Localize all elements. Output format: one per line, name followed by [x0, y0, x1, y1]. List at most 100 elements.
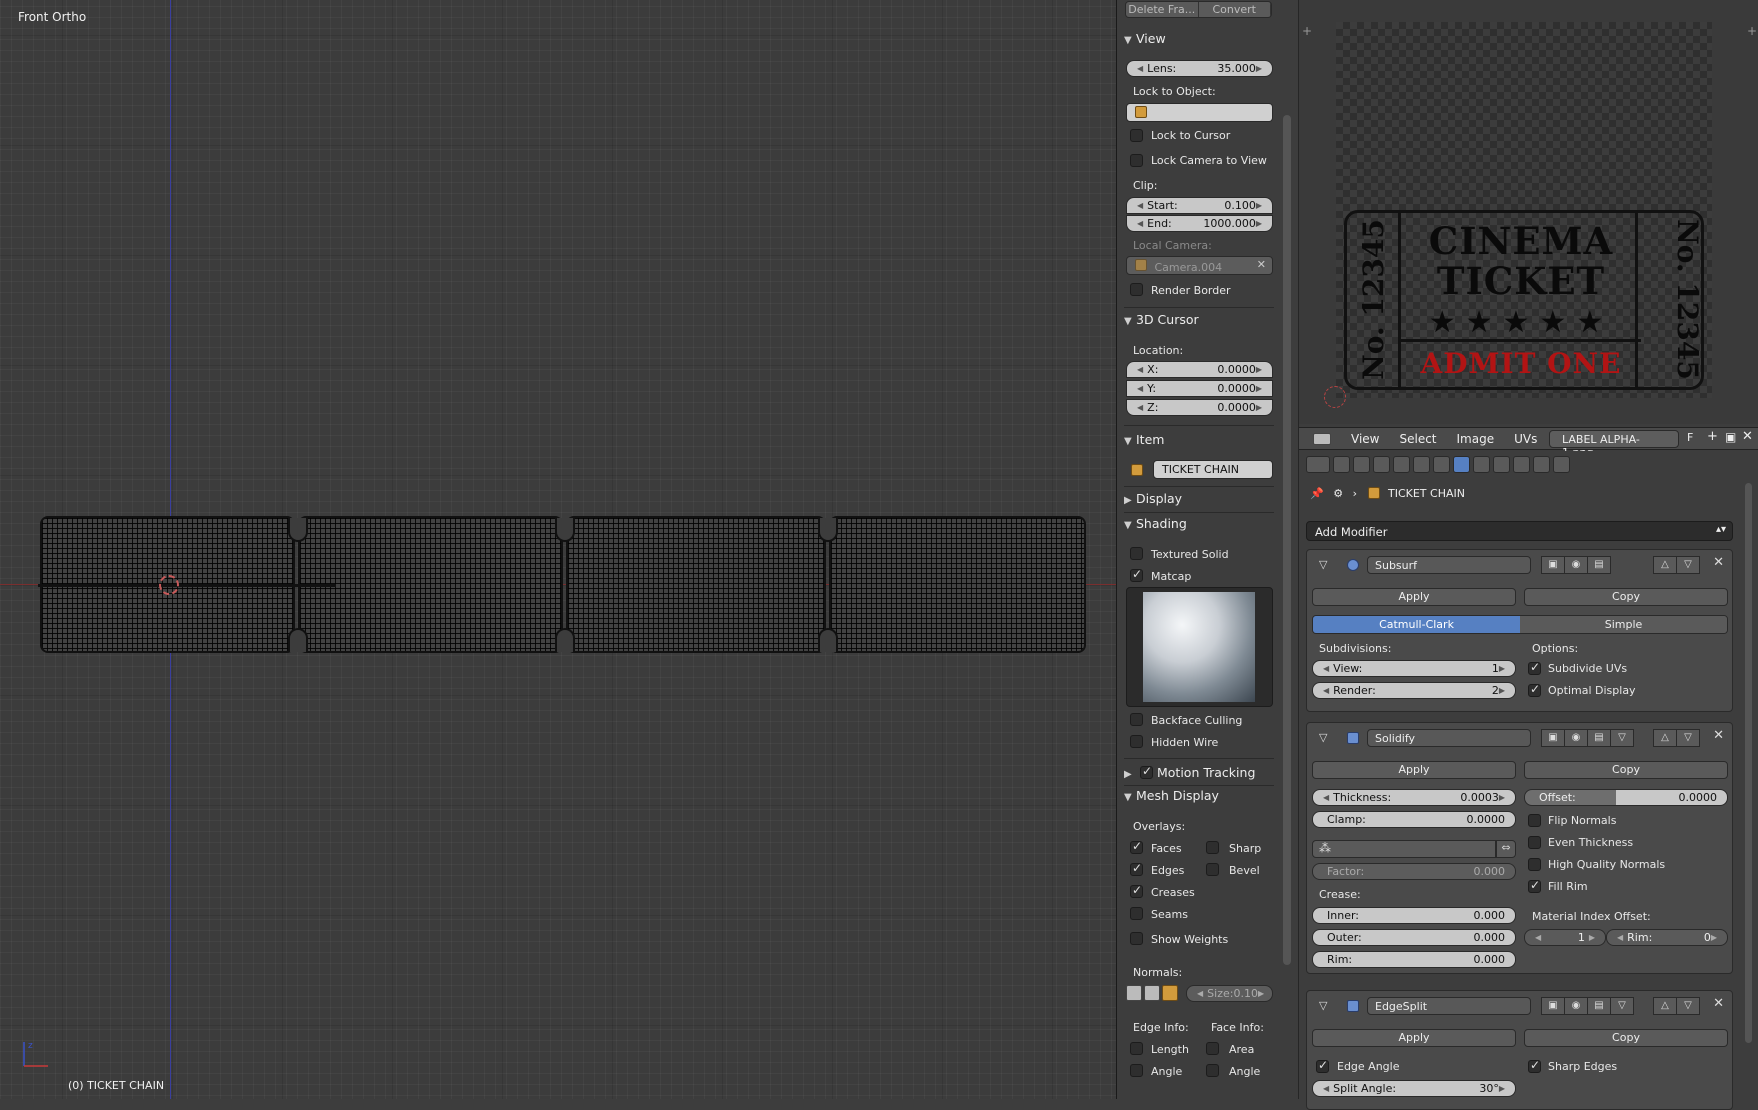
material-tab-icon[interactable]: [1493, 455, 1510, 473]
fill-rim-checkbox[interactable]: [1528, 878, 1541, 893]
3d-cursor-icon[interactable]: [159, 575, 179, 595]
edge-length-checkbox[interactable]: [1130, 1042, 1143, 1055]
arrow-right-icon[interactable]: ▶: [1589, 933, 1595, 942]
editmode-toggle-icon[interactable]: ▤: [1587, 729, 1611, 747]
move-up-icon[interactable]: △: [1653, 729, 1677, 747]
properties-scrollbar[interactable]: [1745, 483, 1752, 1043]
panel-header-mesh-display[interactable]: ▼ Mesh Display: [1124, 788, 1274, 810]
material-offset-field[interactable]: ◀ 1 ▶: [1524, 929, 1606, 946]
editor-type-icon[interactable]: [1306, 455, 1330, 473]
arrow-right-icon[interactable]: ▶: [1499, 793, 1505, 802]
render-tab-icon[interactable]: [1333, 455, 1350, 473]
flip-normals-checkbox[interactable]: [1528, 814, 1541, 827]
move-down-icon[interactable]: ▽: [1676, 997, 1700, 1015]
editmode-toggle-icon[interactable]: ▤: [1587, 997, 1611, 1015]
move-down-icon[interactable]: ▽: [1676, 729, 1700, 747]
render-layers-tab-icon[interactable]: [1353, 455, 1370, 473]
collapse-triangle-icon[interactable]: ▽: [1319, 999, 1327, 1012]
motion-tracking-checkbox[interactable]: [1139, 764, 1153, 779]
move-up-icon[interactable]: △: [1653, 997, 1677, 1015]
arrow-right-icon[interactable]: ▶: [1256, 365, 1262, 374]
modifier-name-field[interactable]: EdgeSplit: [1367, 997, 1531, 1015]
scene-tab-icon[interactable]: [1373, 455, 1390, 473]
remove-modifier-icon[interactable]: ✕: [1713, 728, 1724, 743]
texture-tab-icon[interactable]: [1513, 455, 1530, 473]
vertex-normal-icon[interactable]: [1126, 985, 1142, 1001]
clip-start-field[interactable]: ◀ Start: 0.100 ▶: [1126, 197, 1273, 214]
menu-view[interactable]: View: [1351, 432, 1379, 446]
subdivide-uvs-checkbox[interactable]: [1528, 660, 1541, 675]
matcap-preview[interactable]: [1126, 587, 1273, 707]
clip-end-field[interactable]: ◀ End: 1000.000 ▶: [1126, 215, 1273, 232]
item-name-field[interactable]: TICKET CHAIN: [1153, 460, 1273, 479]
remove-modifier-icon[interactable]: ✕: [1713, 996, 1724, 1011]
apply-button[interactable]: Apply: [1312, 761, 1516, 779]
face-normal-icon[interactable]: [1162, 985, 1178, 1001]
cursor-z-field[interactable]: ◀ Z: 0.0000 ▶: [1126, 399, 1273, 416]
remove-modifier-icon[interactable]: ✕: [1713, 555, 1724, 570]
show-weights-checkbox[interactable]: [1130, 932, 1143, 945]
3d-viewport[interactable]: Front Ortho z (0) TICKET CHAIN: [0, 0, 1117, 1099]
move-up-icon[interactable]: △: [1653, 556, 1677, 574]
viewport-toggle-icon[interactable]: ◉: [1564, 729, 1588, 747]
data-tab-icon[interactable]: [1473, 455, 1490, 473]
backface-culling-checkbox[interactable]: [1130, 713, 1143, 726]
faces-checkbox[interactable]: [1130, 839, 1143, 854]
panel-header-display[interactable]: ▶ Display: [1124, 491, 1274, 513]
close-icon[interactable]: ✕: [1742, 429, 1753, 444]
panel-header-item[interactable]: ▼ Item: [1124, 432, 1274, 454]
vertex-group-field[interactable]: ⁂: [1312, 840, 1496, 858]
split-angle-field[interactable]: ◀ Split Angle: 30° ▶: [1312, 1080, 1516, 1097]
particles-tab-icon[interactable]: [1533, 455, 1550, 473]
lock-camera-checkbox[interactable]: [1130, 154, 1143, 167]
world-tab-icon[interactable]: [1393, 455, 1410, 473]
apply-button[interactable]: Apply: [1312, 1029, 1516, 1047]
arrow-right-icon[interactable]: ▶: [1256, 64, 1262, 73]
image-editor[interactable]: CINEMA TICKET ★★★★★ ADMIT ONE No. 12345 …: [1299, 0, 1758, 424]
arrow-right-icon[interactable]: ▶: [1256, 403, 1262, 412]
invert-vertex-group-icon[interactable]: ⇔: [1496, 840, 1516, 858]
face-area-checkbox[interactable]: [1206, 1042, 1219, 1055]
collapse-triangle-icon[interactable]: ▽: [1319, 731, 1327, 744]
open-image-icon[interactable]: ▣: [1725, 430, 1736, 444]
optimal-display-checkbox[interactable]: [1528, 682, 1541, 697]
panel-header-shading[interactable]: ▼ Shading: [1124, 516, 1274, 538]
edge-angle-checkbox[interactable]: [1130, 1064, 1143, 1077]
sharp-edges-checkbox[interactable]: [1528, 1058, 1541, 1073]
split-normal-icon[interactable]: [1144, 985, 1160, 1001]
arrow-right-icon[interactable]: ▶: [1256, 384, 1262, 393]
arrow-right-icon[interactable]: ▶: [1711, 933, 1717, 942]
object-tab-icon[interactable]: [1413, 455, 1430, 473]
arrow-right-icon[interactable]: ▶: [1256, 219, 1262, 228]
edges-checkbox[interactable]: [1130, 861, 1143, 876]
cage-toggle-icon[interactable]: ▽: [1610, 997, 1634, 1015]
panel-header-motion-tracking[interactable]: ▶ Motion Tracking: [1124, 764, 1274, 786]
arrow-right-icon[interactable]: ▶: [1499, 686, 1505, 695]
add-modifier-dropdown[interactable]: Add Modifier ▴▾: [1306, 521, 1733, 541]
offset-slider[interactable]: Offset: 0.0000: [1524, 789, 1728, 806]
modifier-name-field[interactable]: Solidify: [1367, 729, 1531, 747]
hidden-wire-checkbox[interactable]: [1130, 735, 1143, 748]
bevel-checkbox[interactable]: [1206, 863, 1219, 876]
new-image-icon[interactable]: +: [1707, 429, 1718, 444]
edge-angle-checkbox[interactable]: [1316, 1058, 1329, 1073]
modifiers-tab-icon[interactable]: [1453, 455, 1470, 473]
apply-button[interactable]: Apply: [1312, 588, 1516, 606]
lock-object-field[interactable]: [1126, 103, 1273, 122]
cursor-x-field[interactable]: ◀ X: 0.0000 ▶: [1126, 361, 1273, 378]
cursor-y-field[interactable]: ◀ Y: 0.0000 ▶: [1126, 380, 1273, 397]
crease-inner-field[interactable]: Inner: 0.000: [1312, 907, 1516, 924]
render-toggle-icon[interactable]: ▣: [1541, 556, 1565, 574]
panel-header-3d-cursor[interactable]: ▼ 3D Cursor: [1124, 312, 1274, 334]
subsurf-view-field[interactable]: ◀ View: 1 ▶: [1312, 660, 1516, 677]
sharp-checkbox[interactable]: [1206, 841, 1219, 854]
matcap-checkbox[interactable]: [1130, 567, 1143, 582]
thickness-field[interactable]: ◀ Thickness: 0.0003 ▶: [1312, 789, 1516, 806]
move-down-icon[interactable]: ▽: [1676, 556, 1700, 574]
collapse-triangle-icon[interactable]: ▽: [1319, 558, 1327, 571]
plus-icon[interactable]: +: [1747, 24, 1757, 38]
n-panel-scrollbar[interactable]: [1283, 115, 1291, 965]
simple-option[interactable]: Simple: [1520, 616, 1727, 633]
mesh-ticket-segment[interactable]: [566, 516, 826, 653]
cage-toggle-icon[interactable]: ▽: [1610, 729, 1634, 747]
